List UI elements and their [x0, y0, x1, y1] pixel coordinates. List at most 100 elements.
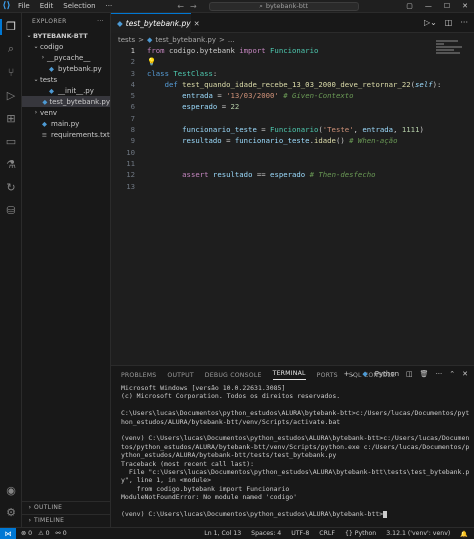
- layout-icon[interactable]: ▢: [406, 2, 413, 10]
- tree-item[interactable]: ◆ test_bytebank.py: [22, 96, 110, 107]
- tab-test-bytebank[interactable]: ◆ test_bytebank.py ✕: [111, 13, 200, 33]
- tree-item[interactable]: ◆ bytebank.py: [22, 63, 110, 74]
- code-line[interactable]: 11: [111, 158, 436, 169]
- breadcrumb-folder[interactable]: tests: [118, 36, 135, 44]
- errors-count[interactable]: ⊗ 0: [21, 530, 32, 537]
- code-line[interactable]: 10: [111, 147, 436, 158]
- terminal-line-text: C:\Users\lucas\Documentos\python_estudos…: [121, 409, 470, 426]
- code-line[interactable]: 9 resultado = funcionario_teste.idade() …: [111, 135, 436, 146]
- kill-terminal-icon[interactable]: 🗑: [420, 370, 429, 378]
- tree-item[interactable]: ≡ requirements.txt: [22, 129, 110, 140]
- code-line[interactable]: 12 assert resultado == esperado # Then-d…: [111, 169, 436, 180]
- line-number: 3: [130, 68, 135, 78]
- chevron-down-icon: ⌄: [33, 76, 39, 83]
- tree-item[interactable]: ◆ main.py: [22, 118, 110, 129]
- menu-selection[interactable]: Selection: [58, 2, 100, 10]
- search-view-icon[interactable]: ⌕: [4, 42, 18, 56]
- tree-item[interactable]: ⌄ tests: [22, 74, 110, 85]
- encoding[interactable]: UTF-8: [291, 530, 309, 537]
- menu-more[interactable]: ···: [101, 2, 118, 10]
- menu-edit[interactable]: Edit: [35, 2, 59, 10]
- breadcrumb-file[interactable]: test_bytebank.py: [155, 36, 216, 44]
- editor-more-icon[interactable]: ···: [460, 18, 468, 27]
- panel-more-icon[interactable]: ···: [436, 370, 443, 378]
- line-endings[interactable]: CRLF: [319, 530, 335, 537]
- terminal-line-text: (venv) C:\Users\lucas\Documentos\python_…: [121, 510, 384, 519]
- panel-tab-ports[interactable]: PORTS: [317, 372, 338, 379]
- close-tab-icon[interactable]: ✕: [194, 20, 200, 28]
- close-panel-icon[interactable]: ✕: [462, 370, 468, 378]
- split-editor-icon[interactable]: ◫: [445, 18, 453, 27]
- code-text: entrada = '13/03/2000' # Given-Contexto: [182, 91, 354, 101]
- maximize-panel-icon[interactable]: ⌃: [449, 370, 455, 378]
- breadcrumb-symbol[interactable]: ...: [228, 36, 235, 44]
- ports-count[interactable]: ⚯ 0: [56, 530, 67, 537]
- explorer-title: EXPLORER: [32, 18, 67, 25]
- code-line[interactable]: 8 funcionario_teste = Funcionario('Teste…: [111, 124, 436, 135]
- minimize-icon[interactable]: —: [425, 2, 432, 10]
- notifications-icon[interactable]: 🔔: [460, 530, 468, 538]
- code-line[interactable]: 3 class TestClass:: [111, 68, 436, 79]
- testing-icon[interactable]: ⚗: [4, 157, 18, 171]
- code-line[interactable]: 5 entrada = '13/03/2000' # Given-Context…: [111, 90, 436, 101]
- more-actions-icon[interactable]: ···: [97, 18, 104, 25]
- run-debug-icon[interactable]: ▷: [4, 88, 18, 102]
- timeline-history-icon[interactable]: ↻: [4, 180, 18, 194]
- command-center-search[interactable]: ⌕ bytebank-btt: [208, 1, 359, 11]
- remote-indicator-icon[interactable]: ⋈: [0, 527, 16, 539]
- run-file-icon[interactable]: ▷⌄: [424, 18, 437, 27]
- panel-tab-terminal[interactable]: TERMINAL: [272, 370, 306, 380]
- code-line[interactable]: 1 from codigo.bytebank import Funcionario: [111, 45, 436, 56]
- code-text: resultado = funcionario_teste.idade() # …: [182, 136, 398, 146]
- panel-tab-problems[interactable]: PROBLEMS: [121, 372, 156, 379]
- manage-gear-icon[interactable]: ⚙: [4, 505, 18, 519]
- maximize-icon[interactable]: ☐: [444, 2, 450, 10]
- command-center-label: bytebank-btt: [265, 2, 308, 10]
- indentation[interactable]: Spaces: 4: [251, 530, 281, 537]
- code-line[interactable]: 2 💡: [111, 56, 436, 67]
- explorer-icon[interactable]: ❐: [4, 19, 18, 33]
- close-window-icon[interactable]: ✕: [462, 2, 468, 10]
- tree-item[interactable]: › venv: [22, 107, 110, 118]
- workspace-root[interactable]: ⌄ BYTEBANK-BTT: [22, 30, 110, 41]
- remote-explorer-icon[interactable]: ▭: [4, 134, 18, 148]
- terminal-cursor: [383, 510, 388, 518]
- panel-tab-output[interactable]: OUTPUT: [167, 372, 193, 379]
- activity-bar: ❐ ⌕ ⑂ ▷ ⊞ ▭ ⚗ ↻ ⛁ ◉ ⚙: [0, 13, 22, 527]
- tree-item[interactable]: ◆ __init__.py: [22, 85, 110, 96]
- terminal-line: (c) Microsoft Corporation. Todos os dire…: [121, 392, 471, 400]
- language-mode[interactable]: {} Python: [345, 530, 376, 537]
- source-control-icon[interactable]: ⑂: [4, 65, 18, 79]
- minimap[interactable]: [436, 40, 466, 60]
- panel-tab-debug-console[interactable]: DEBUG CONSOLE: [205, 372, 262, 379]
- database-icon[interactable]: ⛁: [4, 203, 18, 217]
- nav-arrows-icon[interactable]: ←→: [177, 2, 202, 11]
- timeline-section[interactable]: › TIMELINE: [22, 514, 111, 526]
- cursor-position[interactable]: Ln 1, Col 13: [204, 530, 241, 537]
- tree-item[interactable]: › __pycache__: [22, 52, 110, 63]
- split-terminal-icon[interactable]: ◫: [406, 370, 413, 378]
- python-interpreter[interactable]: 3.12.1 ('venv': venv): [386, 530, 450, 537]
- python-file-icon: ◆: [117, 19, 123, 28]
- outline-section[interactable]: › OUTLINE: [22, 501, 111, 513]
- code-line[interactable]: 13: [111, 181, 436, 192]
- terminal-line-text: from codigo.bytebank import Funcionario: [121, 484, 290, 493]
- tree-item[interactable]: ⌄ codigo: [22, 41, 110, 52]
- terminal-line: (venv) C:\Users\lucas\Documentos\python_…: [121, 510, 471, 518]
- editor-actions: ▷⌄ ◫ ···: [424, 18, 468, 27]
- add-terminal-icon[interactable]: +⌄: [344, 370, 356, 378]
- code-line[interactable]: 7: [111, 113, 436, 124]
- account-icon[interactable]: ◉: [4, 483, 18, 497]
- terminal-output[interactable]: Microsoft Windows [versão 10.0.22631.308…: [121, 384, 471, 518]
- code-line[interactable]: 4 def test_quando_idade_recebe_13_03_200…: [111, 79, 442, 90]
- terminal-name[interactable]: Python: [375, 370, 399, 378]
- warnings-count[interactable]: ⚠ 0: [38, 530, 49, 537]
- code-editor[interactable]: 1 from codigo.bytebank import Funcionario…: [111, 45, 442, 365]
- code-line[interactable]: 6 esperado = 22: [111, 101, 436, 112]
- terminal-line: File "c:\Users\lucas\Documentos\python_e…: [121, 468, 471, 485]
- tab-label: test_bytebank.py: [125, 19, 191, 28]
- line-number: 5: [130, 91, 135, 101]
- menu-file[interactable]: File: [13, 2, 35, 10]
- extensions-icon[interactable]: ⊞: [4, 111, 18, 125]
